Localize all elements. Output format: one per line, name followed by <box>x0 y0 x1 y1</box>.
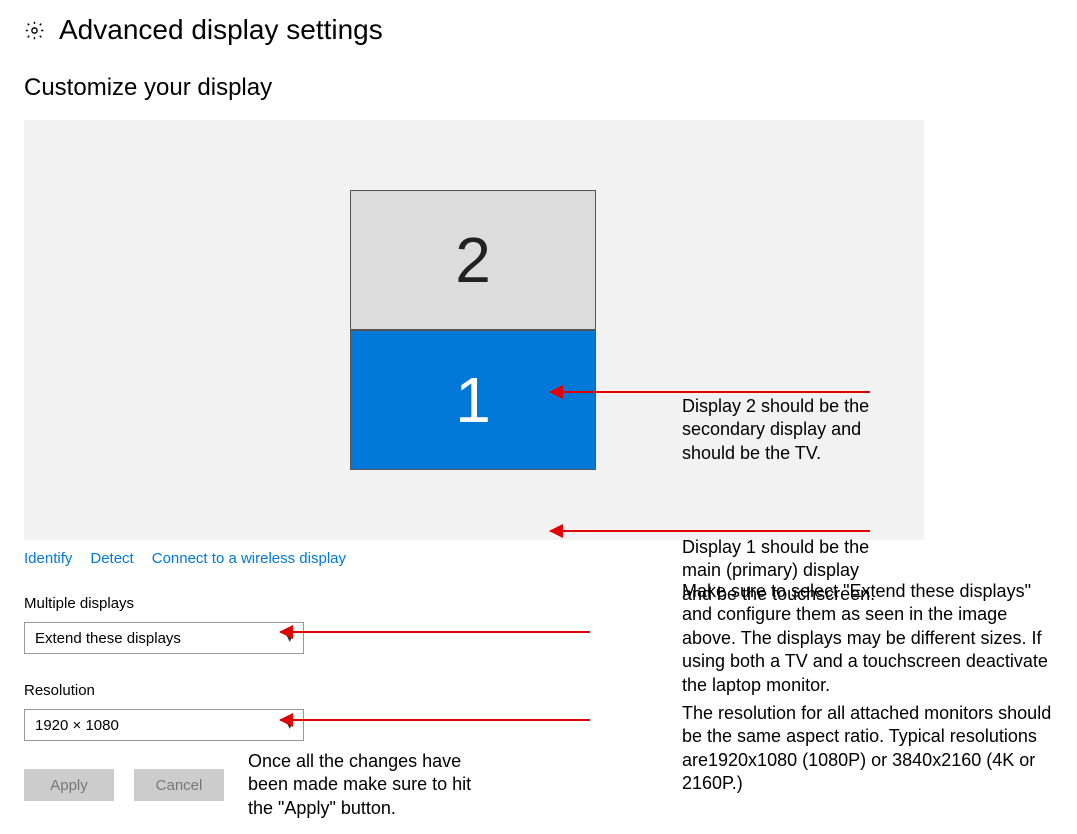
section-heading-customize: Customize your display <box>24 74 1053 102</box>
monitor-1[interactable]: 1 <box>350 330 596 470</box>
apply-button[interactable]: Apply <box>24 769 114 801</box>
page-title: Advanced display settings <box>59 14 383 46</box>
monitor-2-label: 2 <box>455 223 491 297</box>
multiple-displays-dropdown[interactable]: Extend these displays ▾ <box>24 622 304 654</box>
annotation-extend: Make sure to select "Extend these displa… <box>682 580 1052 697</box>
resolution-value: 1920 × 1080 <box>35 717 119 734</box>
monitor-1-label: 1 <box>455 363 491 437</box>
arrow-monitor1 <box>550 530 870 532</box>
gear-icon <box>24 20 45 41</box>
annotation-apply: Once all the changes have been made make… <box>248 750 488 820</box>
resolution-dropdown[interactable]: 1920 × 1080 ▾ <box>24 709 304 741</box>
identify-link[interactable]: Identify <box>24 550 72 567</box>
cancel-button[interactable]: Cancel <box>134 769 224 801</box>
page-header: Advanced display settings <box>24 14 1053 46</box>
display-links-row: Identify Detect Connect to a wireless di… <box>24 550 1053 567</box>
annotation-display2: Display 2 should be the secondary displa… <box>682 395 882 465</box>
monitor-2[interactable]: 2 <box>350 190 596 330</box>
arrow-monitor2 <box>550 391 870 393</box>
detect-link[interactable]: Detect <box>90 550 133 567</box>
arrow-resolution <box>280 719 590 721</box>
arrow-multiple-displays <box>280 631 590 633</box>
display-arrangement-preview[interactable]: 2 1 <box>24 120 924 540</box>
multiple-displays-value: Extend these displays <box>35 630 181 647</box>
annotation-resolution: The resolution for all attached monitors… <box>682 702 1052 796</box>
connect-wireless-link[interactable]: Connect to a wireless display <box>152 550 346 567</box>
